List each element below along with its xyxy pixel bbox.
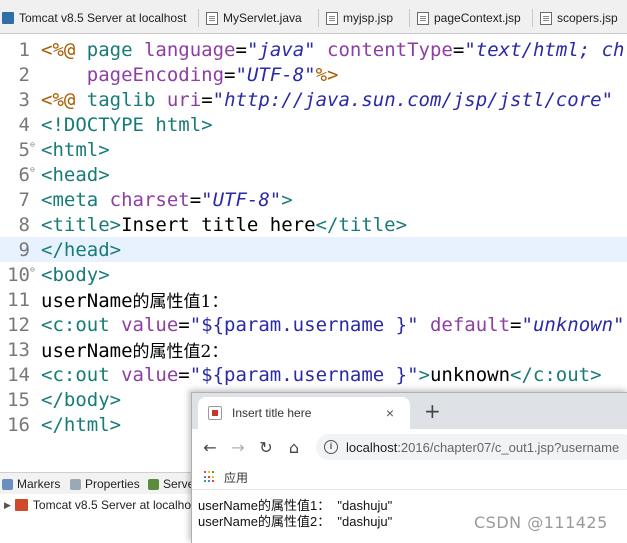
current-code-line: 9 </head> [0,237,627,262]
line-number: 9 [18,238,30,261]
code-line: 7 <meta charset="UTF-8"> [0,187,627,212]
line-number: 5 [18,138,30,161]
reload-icon[interactable]: ↻ [252,438,280,457]
code-line: 10 ⊖ <body> [0,262,627,287]
tomcat-server-icon [14,499,28,511]
tab-properties[interactable]: Properties [70,477,140,491]
code-line: 1 <%@ page language="java" contentType="… [0,37,627,62]
code-line: 12 <c:out value="${param.username }" def… [0,312,627,337]
info-icon[interactable]: i [324,440,338,454]
line-number: 1 [18,38,30,61]
server-icon [2,12,14,24]
fold-toggle-icon[interactable]: ⊖ [30,165,41,174]
home-icon[interactable]: ⌂ [280,438,308,457]
code-line: 6 ⊖ <head> [0,162,627,187]
servers-icon [148,478,159,490]
close-tab-icon[interactable]: × [382,405,398,421]
editor-tab-pagecontext[interactable]: pageContext.jsp [417,8,521,28]
server-list-item[interactable]: ▶ Tomcat v8.5 Server at localhos [0,494,200,516]
line-number: 14 [7,363,30,386]
bookmarks-bar: 应用 [192,465,627,490]
code-line: 8 <title>Insert title here</title> [0,212,627,237]
editor-tab-tomcat-server[interactable]: Tomcat v8.5 Server at localhost [2,8,186,28]
line-number: 13 [7,338,30,361]
apps-bookmark-label[interactable]: 应用 [224,469,248,486]
editor-tab-bar: Tomcat v8.5 Server at localhost MyServle… [0,0,627,34]
java-file-icon [206,11,218,25]
tab-separator [198,9,199,27]
line-number: 6 [18,163,30,186]
tab-markers[interactable]: Markers [2,477,60,491]
line-number: 16 [7,413,30,436]
line-number: 7 [18,188,30,211]
code-line: 11 userName的属性值1： [0,287,627,313]
tab-separator [318,9,319,27]
new-tab-button[interactable]: + [424,399,441,423]
editor-tab-myservlet[interactable]: MyServlet.java [206,8,302,28]
expand-arrow-icon[interactable]: ▶ [4,500,11,511]
editor-tab-label: pageContext.jsp [434,11,521,25]
server-label: Tomcat v8.5 Server at localhos [32,498,197,512]
code-line: 2 pageEncoding="UTF-8"%> [0,62,627,87]
line-number: 11 [7,288,30,311]
code-line: 14 <c:out value="${param.username }">unk… [0,362,627,387]
line-number: 12 [7,313,30,336]
bottom-panel-tabs: Markers Properties Serve [0,472,200,495]
properties-icon [70,478,81,490]
fold-toggle-icon[interactable]: ⊖ [30,265,41,274]
page-favicon-icon [208,406,222,420]
markers-icon [2,478,13,490]
tab-separator [532,9,533,27]
jsp-file-icon [326,11,338,25]
forward-arrow-icon[interactable]: → [224,438,252,457]
line-number: 4 [18,113,30,136]
editor-tab-myjsp[interactable]: myjsp.jsp [326,8,393,28]
editor-tab-label: Tomcat v8.5 Server at localhost [19,11,187,25]
code-line: 4 <!DOCTYPE html> [0,112,627,137]
back-arrow-icon[interactable]: ← [196,438,224,457]
output-line: userName的属性值2： "dashuju" [198,514,393,529]
apps-grid-icon[interactable] [204,471,216,483]
line-number: 10 [7,263,30,286]
url-host: localhost [346,439,398,455]
browser-tab[interactable]: Insert title here × [198,397,410,429]
watermark: CSDN @111425 [474,513,608,532]
fold-toggle-icon[interactable]: ⊖ [30,140,41,149]
url-path: :2016/chapter07/c_out1.jsp?username [397,439,620,455]
code-line: 3 <%@ taglib uri="http://java.sun.com/js… [0,87,627,112]
line-number: 2 [18,63,30,86]
browser-tab-strip: Insert title here × + [192,393,627,429]
editor-tab-label: scopers.jsp [557,11,618,25]
browser-tab-title: Insert title here [232,406,312,420]
code-line: 5 ⊖ <html> [0,137,627,162]
browser-toolbar: ← → ↻ ⌂ i localhost:2016/chapter07/c_out… [192,429,627,465]
jsp-file-icon [540,11,552,25]
editor-tab-label: MyServlet.java [223,11,302,25]
line-number: 3 [18,88,30,111]
tab-separator [409,9,410,27]
line-number: 15 [7,388,30,411]
editor-tab-scopers[interactable]: scopers.jsp [540,8,618,28]
editor-tab-label: myjsp.jsp [343,11,394,25]
line-number: 8 [18,213,30,236]
address-bar[interactable]: i localhost:2016/chapter07/c_out1.jsp?us… [316,434,627,460]
tab-servers[interactable]: Serve [148,477,194,491]
jsp-file-icon [417,11,429,25]
code-line: 13 userName的属性值2： [0,337,627,363]
